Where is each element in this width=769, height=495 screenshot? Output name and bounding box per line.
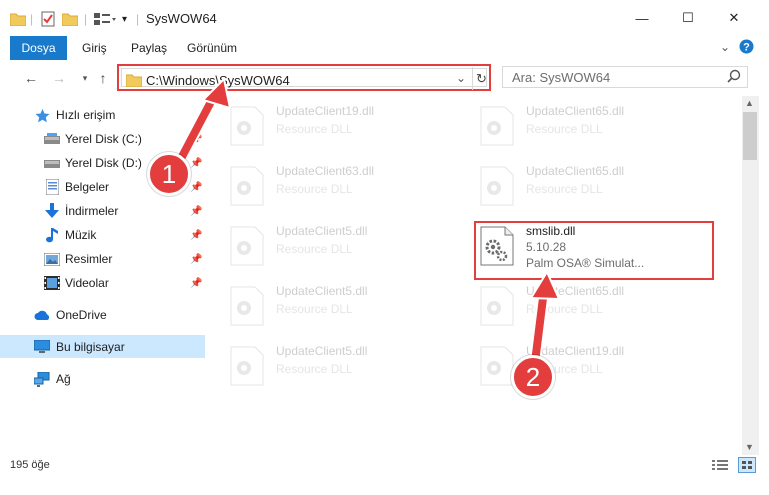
cloud-icon — [34, 307, 50, 323]
sidebar-item-downloads[interactable]: İndirmeler 📌 — [0, 200, 205, 222]
separator: | — [30, 12, 34, 26]
address-bar[interactable]: C:\Windows\SysWOW64 ⌄ ↻ — [117, 64, 491, 91]
item-count: 195 öğe — [10, 459, 50, 471]
details-view-icon[interactable] — [712, 459, 728, 474]
documents-icon — [44, 179, 60, 195]
tiles-view-icon[interactable] — [738, 457, 756, 473]
separator: | — [84, 12, 88, 26]
title-bar: | | ▾ | SysWOW64 — ☐ ✕ — [0, 0, 769, 36]
pin-icon[interactable]: 📌 — [190, 182, 202, 193]
sidebar-item-music[interactable]: Müzik 📌 — [0, 224, 205, 246]
pin-icon[interactable]: 📌 — [190, 254, 202, 265]
refresh-icon[interactable]: ↻ — [476, 71, 487, 87]
close-button[interactable]: ✕ — [711, 0, 757, 36]
sidebar-item-onedrive[interactable]: OneDrive — [0, 304, 205, 326]
dll-file-icon — [230, 286, 264, 326]
svg-text:?: ? — [743, 42, 750, 54]
scroll-down-icon[interactable]: ▼ — [745, 442, 754, 452]
music-icon — [44, 227, 60, 243]
dll-file-icon — [230, 226, 264, 266]
file-item[interactable]: UpdateClient5.dll Resource DLL — [226, 338, 466, 390]
scroll-thumb[interactable] — [743, 112, 757, 160]
drive-icon — [44, 131, 60, 147]
view-options-icon[interactable] — [94, 10, 116, 28]
file-item[interactable]: UpdateClient63.dll Resource DLL — [226, 158, 466, 210]
customize-toolbar-icon[interactable]: ▾ — [122, 10, 127, 28]
tab-view[interactable]: Görünüm — [187, 36, 237, 60]
sidebar-item-disk-c[interactable]: Yerel Disk (C:) 📌 — [0, 128, 205, 150]
tab-share[interactable]: Paylaş — [131, 36, 167, 60]
window-title: SysWOW64 — [146, 11, 217, 26]
drive-icon — [44, 155, 60, 171]
dll-file-icon — [480, 286, 514, 326]
pictures-icon — [44, 251, 60, 267]
dll-file-icon — [480, 346, 514, 386]
file-item[interactable]: UpdateClient65.dll Resource DLL — [476, 158, 716, 210]
search-input[interactable]: Ara: SysWOW64 — [512, 70, 610, 85]
divider — [472, 67, 473, 90]
chevron-down-icon[interactable]: ⌄ — [456, 71, 466, 85]
ribbon: Dosya Giriş Paylaş Görünüm ⌄ ? — [0, 36, 769, 60]
dll-file-icon — [230, 166, 264, 206]
pin-icon[interactable]: 📌 — [190, 230, 202, 241]
sidebar-item-videos[interactable]: Videolar 📌 — [0, 272, 205, 294]
forward-arrow-icon[interactable]: → — [50, 69, 68, 87]
file-item[interactable]: UpdateClient5.dll Resource DLL — [226, 278, 466, 330]
search-icon[interactable] — [727, 69, 741, 86]
new-folder-icon[interactable] — [62, 10, 78, 28]
recent-locations-icon[interactable]: ▾ — [76, 69, 94, 87]
dll-file-icon — [230, 346, 264, 386]
status-bar: 195 öğe — [0, 455, 769, 477]
back-arrow-icon[interactable]: ← — [22, 69, 40, 87]
pin-icon[interactable]: 📌 — [190, 158, 202, 169]
dll-file-icon — [480, 166, 514, 206]
star-icon — [34, 107, 50, 123]
file-item[interactable]: UpdateClient19.dll Resource DLL — [226, 98, 466, 150]
file-item[interactable]: UpdateClient65.dll Resource DLL — [476, 278, 716, 330]
dll-file-icon — [230, 106, 264, 146]
file-item[interactable]: UpdateClient65.dll Resource DLL — [476, 98, 716, 150]
chevron-down-icon[interactable]: ⌄ — [720, 40, 730, 54]
maximize-button[interactable]: ☐ — [665, 0, 711, 36]
download-icon — [44, 203, 60, 219]
highlight-box — [474, 221, 714, 280]
tab-home[interactable]: Giriş — [82, 36, 107, 60]
separator: | — [136, 12, 140, 26]
properties-icon[interactable] — [40, 10, 56, 28]
step-badge-1: 1 — [147, 152, 191, 196]
tab-file[interactable]: Dosya — [10, 36, 67, 60]
folder-icon — [125, 73, 143, 90]
computer-icon — [34, 339, 50, 355]
file-item[interactable]: UpdateClient5.dll Resource DLL — [226, 218, 466, 270]
up-arrow-icon[interactable]: ↑ — [94, 69, 112, 87]
videos-icon — [44, 275, 60, 291]
network-icon — [34, 371, 50, 387]
address-path[interactable]: C:\Windows\SysWOW64 — [146, 73, 290, 88]
minimize-button[interactable]: — — [619, 0, 665, 36]
step-badge-2: 2 — [511, 355, 555, 399]
search-box[interactable]: Ara: SysWOW64 — [502, 66, 748, 88]
scroll-up-icon[interactable]: ▲ — [745, 98, 754, 108]
navigation-bar: ← → ▾ ↑ C:\Windows\SysWOW64 ⌄ ↻ Ara: Sys… — [0, 60, 769, 96]
vertical-scrollbar[interactable]: ▲ ▼ — [742, 96, 759, 455]
dll-file-icon — [480, 106, 514, 146]
sidebar-item-this-pc[interactable]: Bu bilgisayar — [0, 335, 205, 358]
pin-icon[interactable]: 📌 — [190, 278, 202, 289]
pin-icon[interactable]: 📌 — [190, 134, 202, 145]
sidebar-item-quick-access[interactable]: Hızlı erişim — [0, 104, 205, 126]
sidebar-item-pictures[interactable]: Resimler 📌 — [0, 248, 205, 270]
help-icon[interactable]: ? — [739, 39, 754, 57]
address-field[interactable]: C:\Windows\SysWOW64 ⌄ ↻ — [121, 67, 487, 90]
pin-icon[interactable]: 📌 — [190, 206, 202, 217]
sidebar-item-network[interactable]: Ağ — [0, 368, 205, 390]
navigation-pane: Hızlı erişim Yerel Disk (C:) 📌 Yerel Dis… — [0, 96, 205, 455]
folder-icon — [10, 10, 26, 28]
